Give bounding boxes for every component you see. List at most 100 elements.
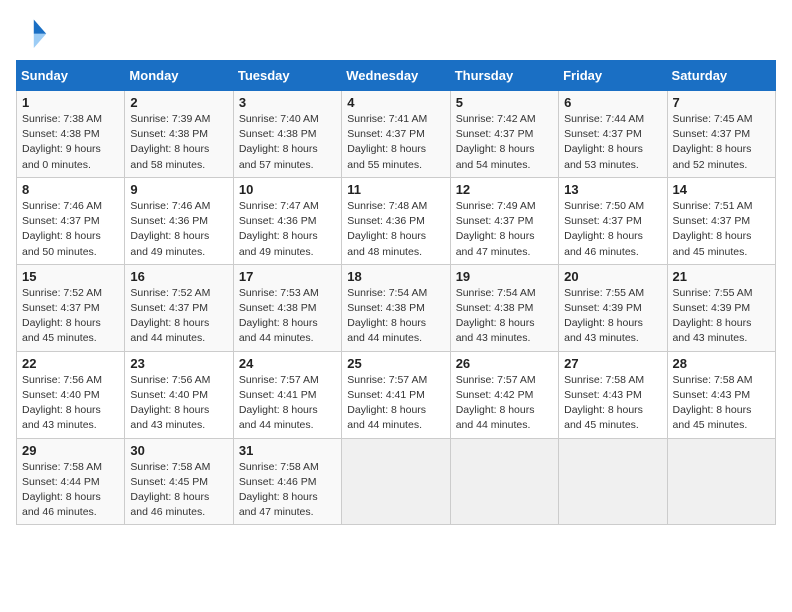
day-number: 14 [673, 182, 770, 197]
day-number: 1 [22, 95, 119, 110]
calendar-cell: 25 Sunrise: 7:57 AMSunset: 4:41 PMDaylig… [342, 351, 450, 438]
day-number: 23 [130, 356, 227, 371]
day-number: 5 [456, 95, 553, 110]
cell-info: Sunrise: 7:58 AMSunset: 4:44 PMDaylight:… [22, 461, 102, 519]
cell-info: Sunrise: 7:57 AMSunset: 4:41 PMDaylight:… [239, 374, 319, 432]
col-header-saturday: Saturday [667, 61, 775, 91]
cell-info: Sunrise: 7:45 AMSunset: 4:37 PMDaylight:… [673, 113, 753, 171]
calendar-cell: 10 Sunrise: 7:47 AMSunset: 4:36 PMDaylig… [233, 177, 341, 264]
logo [16, 16, 52, 48]
col-header-sunday: Sunday [17, 61, 125, 91]
calendar-cell: 19 Sunrise: 7:54 AMSunset: 4:38 PMDaylig… [450, 264, 558, 351]
calendar-cell: 30 Sunrise: 7:58 AMSunset: 4:45 PMDaylig… [125, 438, 233, 525]
calendar-cell: 12 Sunrise: 7:49 AMSunset: 4:37 PMDaylig… [450, 177, 558, 264]
calendar-cell: 1 Sunrise: 7:38 AMSunset: 4:38 PMDayligh… [17, 91, 125, 178]
calendar-cell: 14 Sunrise: 7:51 AMSunset: 4:37 PMDaylig… [667, 177, 775, 264]
cell-info: Sunrise: 7:47 AMSunset: 4:36 PMDaylight:… [239, 200, 319, 258]
cell-info: Sunrise: 7:56 AMSunset: 4:40 PMDaylight:… [22, 374, 102, 432]
logo-icon [16, 16, 48, 48]
day-number: 19 [456, 269, 553, 284]
calendar-cell: 27 Sunrise: 7:58 AMSunset: 4:43 PMDaylig… [559, 351, 667, 438]
cell-info: Sunrise: 7:58 AMSunset: 4:43 PMDaylight:… [673, 374, 753, 432]
day-number: 25 [347, 356, 444, 371]
day-number: 27 [564, 356, 661, 371]
cell-info: Sunrise: 7:41 AMSunset: 4:37 PMDaylight:… [347, 113, 427, 171]
calendar-cell: 31 Sunrise: 7:58 AMSunset: 4:46 PMDaylig… [233, 438, 341, 525]
day-number: 26 [456, 356, 553, 371]
calendar-cell: 24 Sunrise: 7:57 AMSunset: 4:41 PMDaylig… [233, 351, 341, 438]
cell-info: Sunrise: 7:54 AMSunset: 4:38 PMDaylight:… [456, 287, 536, 345]
col-header-friday: Friday [559, 61, 667, 91]
cell-info: Sunrise: 7:57 AMSunset: 4:41 PMDaylight:… [347, 374, 427, 432]
calendar-week-2: 8 Sunrise: 7:46 AMSunset: 4:37 PMDayligh… [17, 177, 776, 264]
day-number: 22 [22, 356, 119, 371]
cell-info: Sunrise: 7:49 AMSunset: 4:37 PMDaylight:… [456, 200, 536, 258]
calendar-week-5: 29 Sunrise: 7:58 AMSunset: 4:44 PMDaylig… [17, 438, 776, 525]
calendar-cell: 13 Sunrise: 7:50 AMSunset: 4:37 PMDaylig… [559, 177, 667, 264]
cell-info: Sunrise: 7:46 AMSunset: 4:36 PMDaylight:… [130, 200, 210, 258]
calendar-cell: 4 Sunrise: 7:41 AMSunset: 4:37 PMDayligh… [342, 91, 450, 178]
col-header-wednesday: Wednesday [342, 61, 450, 91]
cell-info: Sunrise: 7:58 AMSunset: 4:45 PMDaylight:… [130, 461, 210, 519]
calendar-table: SundayMondayTuesdayWednesdayThursdayFrid… [16, 60, 776, 525]
day-number: 12 [456, 182, 553, 197]
cell-info: Sunrise: 7:52 AMSunset: 4:37 PMDaylight:… [130, 287, 210, 345]
calendar-cell: 2 Sunrise: 7:39 AMSunset: 4:38 PMDayligh… [125, 91, 233, 178]
calendar-cell: 15 Sunrise: 7:52 AMSunset: 4:37 PMDaylig… [17, 264, 125, 351]
calendar-cell [559, 438, 667, 525]
day-number: 17 [239, 269, 336, 284]
calendar-cell: 28 Sunrise: 7:58 AMSunset: 4:43 PMDaylig… [667, 351, 775, 438]
day-number: 28 [673, 356, 770, 371]
day-number: 24 [239, 356, 336, 371]
day-number: 2 [130, 95, 227, 110]
day-number: 20 [564, 269, 661, 284]
cell-info: Sunrise: 7:53 AMSunset: 4:38 PMDaylight:… [239, 287, 319, 345]
calendar-cell: 5 Sunrise: 7:42 AMSunset: 4:37 PMDayligh… [450, 91, 558, 178]
day-number: 13 [564, 182, 661, 197]
calendar-week-4: 22 Sunrise: 7:56 AMSunset: 4:40 PMDaylig… [17, 351, 776, 438]
day-number: 9 [130, 182, 227, 197]
day-number: 6 [564, 95, 661, 110]
cell-info: Sunrise: 7:38 AMSunset: 4:38 PMDaylight:… [22, 113, 102, 171]
day-number: 29 [22, 443, 119, 458]
day-number: 30 [130, 443, 227, 458]
cell-info: Sunrise: 7:50 AMSunset: 4:37 PMDaylight:… [564, 200, 644, 258]
calendar-cell: 16 Sunrise: 7:52 AMSunset: 4:37 PMDaylig… [125, 264, 233, 351]
cell-info: Sunrise: 7:55 AMSunset: 4:39 PMDaylight:… [673, 287, 753, 345]
calendar-cell: 21 Sunrise: 7:55 AMSunset: 4:39 PMDaylig… [667, 264, 775, 351]
cell-info: Sunrise: 7:44 AMSunset: 4:37 PMDaylight:… [564, 113, 644, 171]
day-number: 8 [22, 182, 119, 197]
cell-info: Sunrise: 7:55 AMSunset: 4:39 PMDaylight:… [564, 287, 644, 345]
calendar-cell: 17 Sunrise: 7:53 AMSunset: 4:38 PMDaylig… [233, 264, 341, 351]
calendar-cell [342, 438, 450, 525]
cell-info: Sunrise: 7:48 AMSunset: 4:36 PMDaylight:… [347, 200, 427, 258]
calendar-cell: 26 Sunrise: 7:57 AMSunset: 4:42 PMDaylig… [450, 351, 558, 438]
day-number: 3 [239, 95, 336, 110]
day-number: 11 [347, 182, 444, 197]
page-header [16, 16, 776, 48]
calendar-cell: 3 Sunrise: 7:40 AMSunset: 4:38 PMDayligh… [233, 91, 341, 178]
calendar-cell: 9 Sunrise: 7:46 AMSunset: 4:36 PMDayligh… [125, 177, 233, 264]
cell-info: Sunrise: 7:56 AMSunset: 4:40 PMDaylight:… [130, 374, 210, 432]
cell-info: Sunrise: 7:51 AMSunset: 4:37 PMDaylight:… [673, 200, 753, 258]
calendar-cell: 8 Sunrise: 7:46 AMSunset: 4:37 PMDayligh… [17, 177, 125, 264]
cell-info: Sunrise: 7:40 AMSunset: 4:38 PMDaylight:… [239, 113, 319, 171]
calendar-cell [667, 438, 775, 525]
day-number: 18 [347, 269, 444, 284]
calendar-cell: 20 Sunrise: 7:55 AMSunset: 4:39 PMDaylig… [559, 264, 667, 351]
cell-info: Sunrise: 7:58 AMSunset: 4:46 PMDaylight:… [239, 461, 319, 519]
calendar-week-1: 1 Sunrise: 7:38 AMSunset: 4:38 PMDayligh… [17, 91, 776, 178]
cell-info: Sunrise: 7:57 AMSunset: 4:42 PMDaylight:… [456, 374, 536, 432]
calendar-cell: 6 Sunrise: 7:44 AMSunset: 4:37 PMDayligh… [559, 91, 667, 178]
calendar-cell: 29 Sunrise: 7:58 AMSunset: 4:44 PMDaylig… [17, 438, 125, 525]
cell-info: Sunrise: 7:46 AMSunset: 4:37 PMDaylight:… [22, 200, 102, 258]
day-number: 16 [130, 269, 227, 284]
calendar-cell: 23 Sunrise: 7:56 AMSunset: 4:40 PMDaylig… [125, 351, 233, 438]
calendar-cell [450, 438, 558, 525]
cell-info: Sunrise: 7:39 AMSunset: 4:38 PMDaylight:… [130, 113, 210, 171]
calendar-cell: 11 Sunrise: 7:48 AMSunset: 4:36 PMDaylig… [342, 177, 450, 264]
col-header-thursday: Thursday [450, 61, 558, 91]
day-number: 4 [347, 95, 444, 110]
day-number: 31 [239, 443, 336, 458]
calendar-cell: 18 Sunrise: 7:54 AMSunset: 4:38 PMDaylig… [342, 264, 450, 351]
